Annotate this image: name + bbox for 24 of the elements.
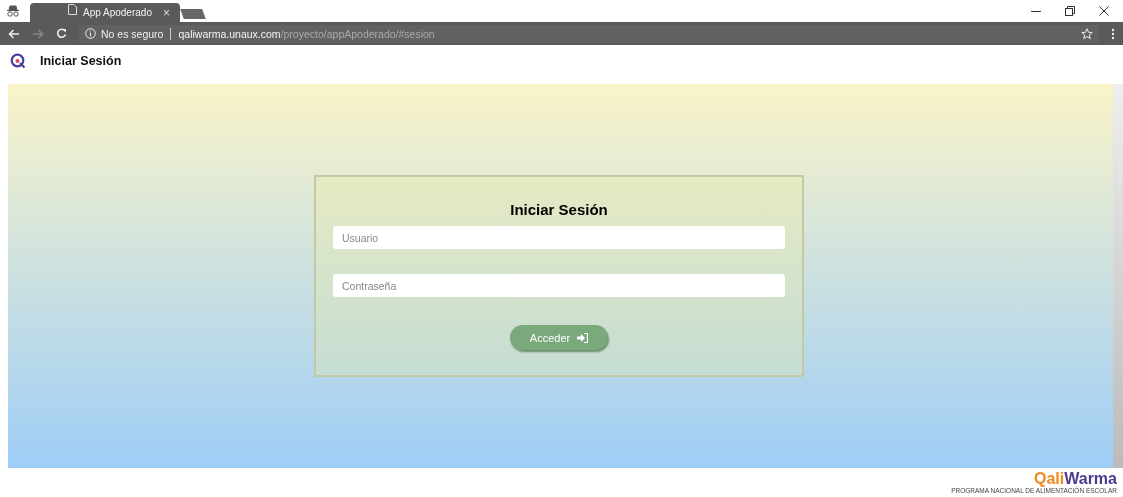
tab-title: App Apoderado: [83, 7, 153, 18]
info-icon: [85, 28, 96, 39]
star-icon[interactable]: [1081, 27, 1093, 40]
reload-icon[interactable]: [56, 28, 67, 39]
new-tab-button[interactable]: [180, 9, 206, 19]
security-label: No es seguro: [101, 27, 164, 40]
incognito-icon: [6, 5, 20, 17]
close-icon[interactable]: [1099, 6, 1109, 16]
header-title: Iniciar Sesión: [40, 53, 122, 68]
restore-icon[interactable]: [1065, 6, 1075, 16]
scrollbar[interactable]: [1113, 84, 1123, 468]
browser-tab[interactable]: App Apoderado ×: [30, 3, 180, 22]
username-field[interactable]: Usuario: [333, 226, 785, 249]
page-icon: [68, 4, 77, 15]
url-host: qaliwarma.unaux.com: [178, 27, 281, 40]
back-arrow-icon[interactable]: [8, 28, 20, 39]
login-title: Iniciar Sesión: [510, 201, 608, 218]
address-bar[interactable]: No es seguro qaliwarma.unaux.com/proyecto/appApoderado/#sesion: [79, 24, 1099, 43]
password-field[interactable]: Contraseña: [333, 274, 785, 297]
close-tab-button[interactable]: ×: [163, 6, 170, 19]
app-logo-icon: [10, 52, 26, 69]
sign-in-icon: [577, 332, 589, 343]
menu-icon[interactable]: [1111, 27, 1115, 40]
url-path: /proyecto/appApoderado/#sesion: [280, 27, 435, 40]
